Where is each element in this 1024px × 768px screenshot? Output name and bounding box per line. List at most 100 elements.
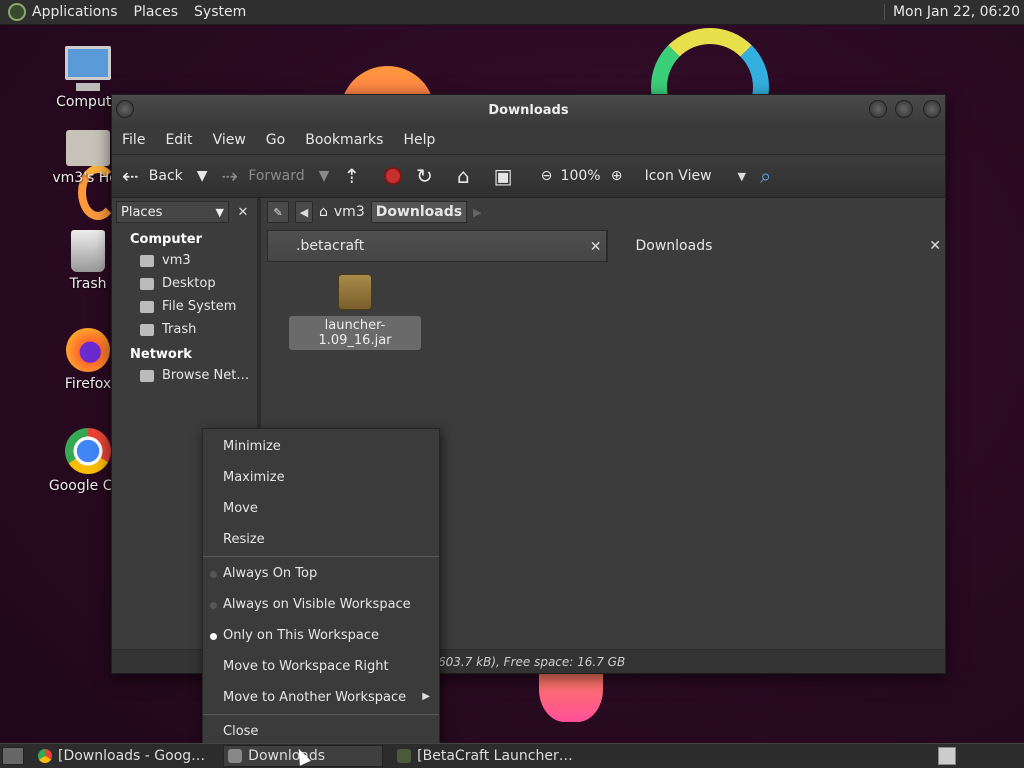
sidebar-item-filesystem[interactable]: File System: [112, 295, 257, 318]
breadcrumb-vm3[interactable]: ⌂ vm3: [319, 204, 365, 220]
menu-item-move-another-workspace[interactable]: Move to Another Workspace ▶: [203, 682, 439, 713]
menu-item-always-visible-workspace[interactable]: Always on Visible Workspace: [203, 589, 439, 620]
menu-file[interactable]: File: [122, 132, 145, 148]
window-menu-icon[interactable]: [116, 100, 134, 118]
task-betacraft[interactable]: [BetaCraft Launcher…: [393, 745, 581, 767]
back-arrow-icon: ⇠: [122, 164, 139, 188]
app-icon: [397, 749, 412, 763]
menubar: File Edit View Go Bookmarks Help: [112, 125, 945, 154]
trash-icon: [140, 323, 154, 336]
menu-item-label: Move to Workspace Right: [223, 659, 389, 674]
sidebar-item-desktop[interactable]: Desktop: [112, 272, 257, 295]
desktop-folder-icon: [140, 277, 154, 290]
menu-edit[interactable]: Edit: [165, 132, 192, 148]
chrome-icon: [38, 749, 52, 763]
workspace-switcher-icon[interactable]: [938, 747, 956, 765]
network-icon: [140, 369, 154, 382]
window-context-menu: Minimize Maximize Move Resize Always On …: [202, 428, 440, 744]
file-item[interactable]: launcher-1.09_16.jar: [289, 274, 421, 350]
file-name: launcher-1.09_16.jar: [289, 316, 421, 350]
menu-item-label: Always on Visible Workspace: [223, 597, 411, 612]
chrome-icon: [65, 428, 111, 474]
menu-item-move[interactable]: Move: [203, 493, 439, 524]
home-folder-icon: [140, 254, 154, 267]
zoom-out-icon[interactable]: ⊖: [537, 166, 557, 186]
stop-icon: [384, 167, 403, 185]
top-panel: Applications Places System Mon Jan 22, 0…: [0, 0, 1024, 25]
search-button[interactable]: ⌕: [760, 164, 781, 188]
menu-item-label: Move: [223, 501, 258, 516]
firefox-icon: [66, 328, 110, 372]
zoom-controls: ⊖ 100% ⊕: [537, 166, 631, 186]
back-history-button[interactable]: ▼: [197, 168, 208, 184]
places-menu[interactable]: Places: [134, 4, 179, 20]
menu-item-maximize[interactable]: Maximize: [203, 462, 439, 493]
forward-button[interactable]: ⇢ Forward: [222, 164, 305, 188]
package-icon: [338, 274, 372, 310]
radio-off-icon: [210, 571, 217, 578]
close-icon[interactable]: [923, 100, 941, 118]
applications-menu[interactable]: Applications: [32, 4, 118, 20]
menu-item-label: Maximize: [223, 470, 285, 485]
zoom-level: 100%: [560, 168, 601, 184]
sidebar-item-browse-network[interactable]: Browse Net…: [112, 364, 257, 387]
menu-item-label: Close: [223, 724, 259, 739]
sidebar-item-label: Browse Net…: [162, 368, 250, 383]
menu-go[interactable]: Go: [266, 132, 285, 148]
sidebar-item-vm3[interactable]: vm3: [112, 249, 257, 272]
home-button[interactable]: ⌂: [457, 164, 480, 188]
menu-help[interactable]: Help: [403, 132, 435, 148]
home-icon: ⌂: [456, 164, 470, 188]
menu-bookmarks[interactable]: Bookmarks: [305, 132, 383, 148]
menu-item-only-this-workspace[interactable]: Only on This Workspace: [203, 620, 439, 651]
trash-icon: [71, 230, 105, 272]
distro-logo-icon[interactable]: [8, 3, 26, 21]
menu-item-resize[interactable]: Resize: [203, 524, 439, 555]
chevron-down-icon: ▼: [318, 168, 330, 184]
crumb-left-arrow-icon[interactable]: ◀: [295, 201, 313, 223]
edit-location-icon[interactable]: ✎: [267, 201, 289, 223]
menu-view[interactable]: View: [213, 132, 246, 148]
sidebar-group-network: Network: [130, 347, 192, 362]
taskbar: [Downloads - Goog… Downloads [BetaCraft …: [0, 743, 1024, 768]
minimize-icon[interactable]: [869, 100, 887, 118]
sidebar-item-label: File System: [162, 299, 237, 314]
computer-button[interactable]: ▣: [494, 164, 523, 188]
sidebar-item-trash[interactable]: Trash: [112, 318, 257, 341]
menu-item-label: Minimize: [223, 439, 281, 454]
stop-button[interactable]: [384, 167, 403, 185]
menu-item-label: Always On Top: [223, 566, 318, 581]
crumb-right-arrow-icon[interactable]: ▶: [473, 206, 481, 219]
tab-label: .betacraft: [296, 238, 365, 254]
back-button[interactable]: ⇠ Back: [122, 164, 183, 188]
zoom-in-icon[interactable]: ⊕: [607, 166, 627, 186]
system-menu[interactable]: System: [194, 4, 246, 20]
show-desktop-icon[interactable]: [2, 747, 24, 765]
up-button[interactable]: ⇡: [343, 164, 370, 188]
window-titlebar[interactable]: Downloads: [112, 95, 945, 125]
task-chrome-downloads[interactable]: [Downloads - Goog…: [34, 745, 213, 767]
home-folder-icon: ⌂: [319, 204, 328, 220]
menu-item-move-workspace-right[interactable]: Move to Workspace Right: [203, 651, 439, 682]
sidebar-mode-select[interactable]: Places ▼: [116, 201, 229, 223]
breadcrumb-downloads[interactable]: Downloads: [370, 201, 468, 223]
tab-label: Downloads: [635, 238, 713, 254]
sidebar-item-label: Trash: [162, 322, 197, 337]
menu-item-always-on-top[interactable]: Always On Top: [203, 558, 439, 589]
clock[interactable]: Mon Jan 22, 06:20: [883, 4, 1020, 20]
computer-icon: ▣: [493, 164, 513, 188]
back-label: Back: [148, 168, 183, 184]
tab-downloads[interactable]: Downloads ✕: [606, 230, 945, 262]
menu-item-minimize[interactable]: Minimize: [203, 431, 439, 462]
sidebar-close-icon[interactable]: ✕: [233, 205, 253, 220]
maximize-icon[interactable]: [895, 100, 913, 118]
tab-close-icon[interactable]: ✕: [929, 238, 941, 254]
forward-arrow-icon: ⇢: [221, 164, 239, 188]
submenu-arrow-icon: ▶: [422, 691, 430, 702]
view-mode-select[interactable]: Icon View ▼: [645, 168, 746, 184]
tab-betacraft[interactable]: .betacraft ✕: [267, 230, 607, 262]
reload-button[interactable]: ↻: [416, 164, 443, 188]
search-icon: ⌕: [759, 164, 772, 188]
tab-close-icon[interactable]: ✕: [590, 239, 602, 255]
forward-history-button[interactable]: ▼: [319, 168, 330, 184]
